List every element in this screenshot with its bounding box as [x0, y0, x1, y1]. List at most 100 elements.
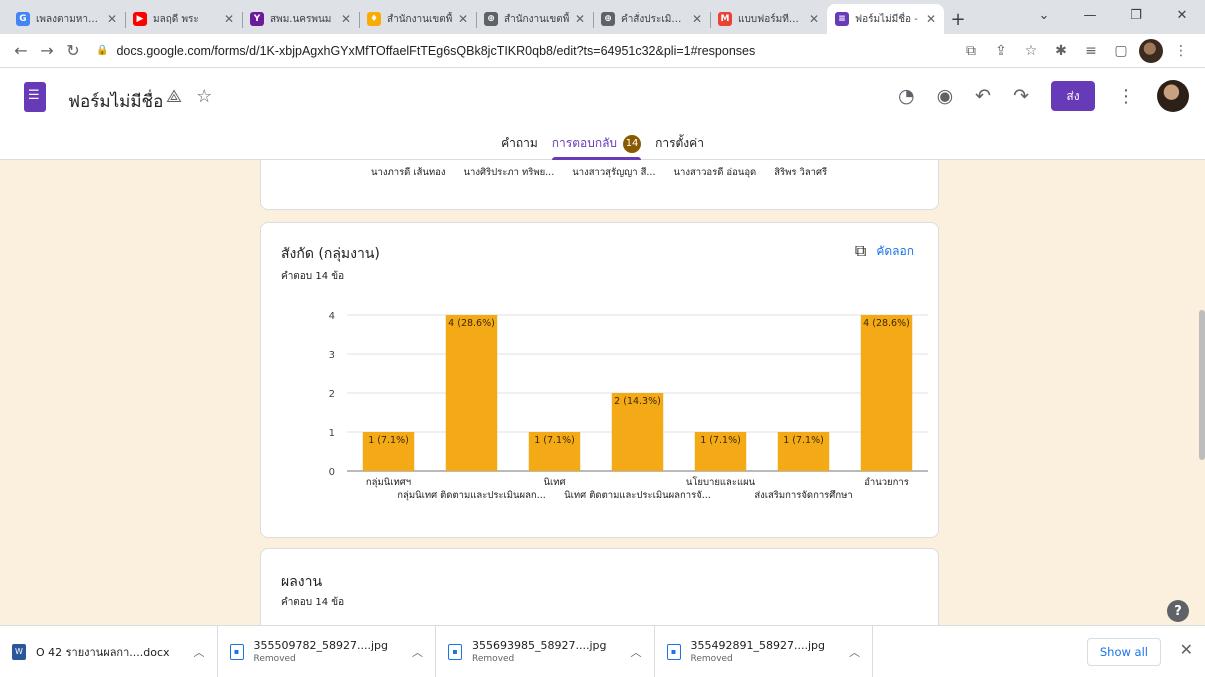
- scrollbar[interactable]: [1199, 310, 1205, 460]
- download-filename: O 42 รายงานผลกา....docx: [36, 645, 170, 659]
- y-tick-label: 4: [329, 311, 335, 322]
- minimize-icon[interactable]: —: [1067, 0, 1113, 30]
- download-status: Removed: [690, 654, 733, 664]
- tab-title: ฟอร์มไม่มีชื่อ -: [855, 13, 918, 25]
- profile-avatar[interactable]: [1139, 38, 1163, 63]
- reload-icon[interactable]: ↻: [60, 38, 86, 64]
- tab-favicon-icon: G: [16, 12, 30, 26]
- tab-responses[interactable]: การตอบกลับ 14: [551, 134, 642, 160]
- y-tick-label: 0: [329, 467, 335, 478]
- star-icon[interactable]: ☆: [196, 86, 212, 107]
- data-label: 1 (7.1%): [534, 435, 575, 446]
- side-panel-icon[interactable]: ▢: [1109, 39, 1133, 63]
- download-filename: 355693985_58927....jpg: [472, 639, 607, 652]
- tab-favicon-icon: ▶: [133, 12, 147, 26]
- share-icon[interactable]: ⇪: [989, 39, 1013, 63]
- forward-icon[interactable]: →: [34, 38, 60, 64]
- response-count: คำตอบ 14 ข้อ: [281, 597, 345, 608]
- browser-tab[interactable]: ⊕ คำสั่งประเมินITA ✕: [593, 4, 710, 34]
- browser-tab[interactable]: G เพลงตามหาสาม ✕: [8, 4, 125, 34]
- close-icon[interactable]: ✕: [926, 12, 936, 26]
- help-icon[interactable]: ?: [1167, 600, 1189, 622]
- browser-tab[interactable]: Y สพม.นครพนม ✕: [242, 4, 359, 34]
- tab-settings[interactable]: การตั้งค่า: [655, 134, 704, 159]
- move-to-drive-icon[interactable]: ⟁: [166, 86, 182, 107]
- download-item[interactable]: ▪ 355693985_58927....jpg Removed ︿: [436, 625, 655, 677]
- address-bar: ← → ↻ 🔒 docs.google.com/forms/d/1K-xbjpA…: [0, 34, 1205, 68]
- response-card-next: ผลงาน คำตอบ 14 ข้อ: [260, 548, 939, 625]
- window-controls: ⌄ — ❐ ✕: [1021, 0, 1205, 30]
- close-window-icon[interactable]: ✕: [1159, 0, 1205, 30]
- download-item[interactable]: W O 42 รายงานผลกา....docx ︿: [0, 625, 218, 677]
- word-file-icon: W: [12, 643, 26, 660]
- download-filename: 355509782_58927....jpg: [253, 639, 389, 652]
- tab-questions[interactable]: คำถาม: [501, 134, 538, 159]
- browser-menu-icon[interactable]: ⋮: [1169, 39, 1193, 63]
- forms-logo-icon[interactable]: [24, 82, 46, 112]
- close-icon[interactable]: ✕: [224, 12, 234, 26]
- data-label: 4 (28.6%): [863, 318, 910, 329]
- tab-favicon-icon: ⊕: [484, 12, 498, 26]
- browser-tab[interactable]: M แบบฟอร์มทีแชร์ ✕: [710, 4, 827, 34]
- forms-header: ฟอร์มไม่มีชื่อ ⟁ ☆ ◔ ◉ ↶ ↷ ส่ง ⋮ คำถาม ก…: [0, 68, 1205, 160]
- file-icon: ▪: [448, 643, 463, 660]
- form-title[interactable]: ฟอร์มไม่มีชื่อ: [68, 88, 163, 115]
- form-tabs: คำถาม การตอบกลับ 14 การตั้งค่า: [0, 134, 1205, 160]
- close-icon[interactable]: ✕: [458, 12, 468, 26]
- close-icon[interactable]: ✕: [809, 12, 819, 26]
- name-label: นางศิริประภา ทริพย...: [463, 167, 555, 178]
- x-tick-label: ส่งเสริมการจัดการศึกษา: [754, 490, 852, 501]
- url-field[interactable]: 🔒 docs.google.com/forms/d/1K-xbjpAgxhGYx…: [92, 38, 959, 64]
- maximize-icon[interactable]: ❐: [1113, 0, 1159, 30]
- show-all-button[interactable]: Show all: [1086, 638, 1161, 666]
- browser-tab[interactable]: ⊕ สำนักงานเขตพื้ ✕: [476, 4, 593, 34]
- chevron-up-icon[interactable]: ︿: [849, 644, 860, 660]
- undo-icon[interactable]: ↶: [975, 85, 991, 107]
- tab-title: สำนักงานเขตพื้: [504, 13, 570, 25]
- tab-title: คำสั่งประเมินITA: [621, 13, 688, 25]
- url-text: docs.google.com/forms/d/1K-xbjpAgxhGYxMf…: [116, 43, 756, 58]
- data-label: 1 (7.1%): [700, 435, 741, 446]
- browser-tab-active[interactable]: ≡ ฟอร์มไม่มีชื่อ - ✕: [827, 4, 944, 34]
- close-icon[interactable]: ✕: [692, 12, 702, 26]
- tab-favicon-icon: Y: [250, 12, 264, 26]
- reading-list-icon[interactable]: ≡: [1079, 39, 1103, 63]
- download-bar: W O 42 รายงานผลกา....docx ︿ ▪ 355509782_…: [0, 625, 1205, 677]
- browser-tab-bar: G เพลงตามหาสาม ✕ ▶ มลฤดี พระ ✕ Y สพม.นคร…: [0, 0, 1205, 34]
- browser-tab[interactable]: ♦ สำนักงานเขตพื้ ✕: [359, 4, 476, 34]
- file-icon: ▪: [229, 643, 244, 660]
- download-item[interactable]: ▪ 355492891_58927....jpg Removed ︿: [655, 625, 874, 677]
- response-card-chart: สังกัด (กลุ่มงาน) คำตอบ 14 ข้อ ⧉ คัดลอก …: [260, 222, 939, 538]
- tab-search-icon[interactable]: ⌄: [1021, 0, 1067, 30]
- x-tick-label: นโยบายและแผน: [686, 476, 756, 488]
- name-label: สิริพร วิลาศรี: [774, 167, 828, 178]
- download-item[interactable]: ▪ 355509782_58927....jpg Removed ︿: [218, 625, 437, 677]
- chevron-up-icon[interactable]: ︿: [631, 644, 642, 660]
- translate-icon[interactable]: ⧉: [959, 39, 983, 63]
- browser-tab[interactable]: ▶ มลฤดี พระ ✕: [125, 4, 242, 34]
- y-tick-label: 3: [329, 350, 335, 361]
- chevron-up-icon[interactable]: ︿: [194, 644, 205, 660]
- close-icon[interactable]: ✕: [1180, 640, 1193, 659]
- preview-eye-icon[interactable]: ◉: [937, 85, 954, 107]
- x-tick-label: กลุ่มนิเทศฯ: [366, 477, 411, 488]
- tab-title: เพลงตามหาสาม: [36, 13, 103, 25]
- new-tab-icon[interactable]: +: [944, 4, 972, 34]
- avatar[interactable]: [1157, 80, 1189, 112]
- x-tick-label: นิเทศ: [543, 477, 565, 488]
- redo-icon[interactable]: ↷: [1013, 85, 1029, 107]
- responses-content: นางภารดี เส้นทอง นางศิริประภา ทริพย... น…: [0, 160, 1205, 625]
- tab-title: สพม.นครพนม: [270, 13, 332, 25]
- close-icon[interactable]: ✕: [107, 12, 117, 26]
- palette-icon[interactable]: ◔: [898, 85, 915, 107]
- back-icon[interactable]: ←: [8, 38, 34, 64]
- send-button[interactable]: ส่ง: [1051, 81, 1095, 111]
- data-label: 1 (7.1%): [783, 435, 824, 446]
- chevron-up-icon[interactable]: ︿: [412, 644, 423, 660]
- close-icon[interactable]: ✕: [341, 12, 351, 26]
- extensions-icon[interactable]: ✱: [1049, 39, 1073, 63]
- close-icon[interactable]: ✕: [575, 12, 585, 26]
- data-label: 2 (14.3%): [614, 396, 661, 407]
- more-options-icon[interactable]: ⋮: [1117, 86, 1135, 107]
- bookmark-star-icon[interactable]: ☆: [1019, 39, 1043, 63]
